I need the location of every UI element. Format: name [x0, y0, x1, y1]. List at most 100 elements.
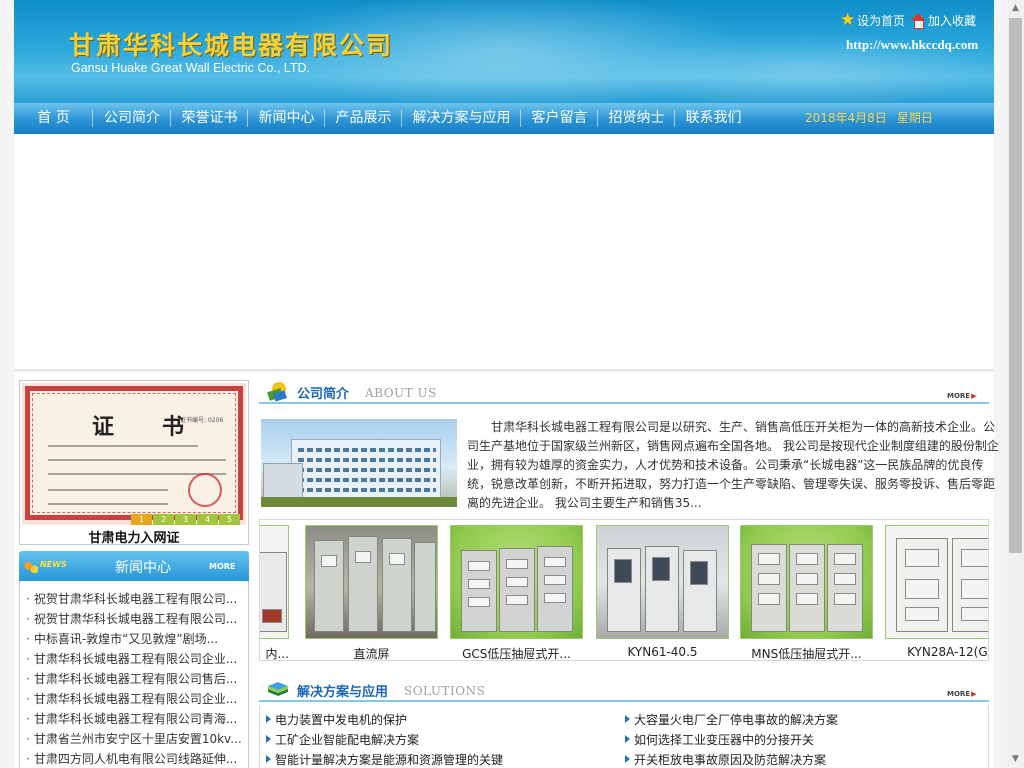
news-list-box: · 祝贺甘肃华科长城电器工程有限公司... · 祝贺甘肃华科长城电器工程有限公司..…	[19, 581, 249, 768]
nav-item-messages[interactable]: 客户留言	[521, 103, 598, 134]
solution-item[interactable]: 开关柜放电事故原因及防范解决方案	[625, 750, 838, 768]
solutions-list-right: 大容量火电厂全厂停电事故的解决方案 如何选择工业变压器中的分接开关 开关柜放电事…	[625, 710, 838, 768]
nav-item-about[interactable]: 公司简介	[93, 103, 171, 134]
solutions-more-link[interactable]: MORE▶	[947, 690, 976, 698]
company-building-photo	[261, 419, 457, 507]
slide-dot[interactable]: 2	[153, 514, 174, 525]
news-title: 新闻中心	[115, 560, 171, 576]
product-caption: 内...	[265, 647, 289, 661]
product-image	[740, 525, 873, 639]
solution-item[interactable]: 电力装置中发电机的保护	[266, 710, 503, 730]
nav-item-home[interactable]: 首 页	[14, 103, 93, 134]
solutions-box: 电力装置中发电机的保护 工矿企业智能配电解决方案 智能计量解决方案是能源和资源管…	[259, 706, 989, 768]
set-home-link[interactable]: ★ 设为首页	[840, 9, 906, 30]
product-image	[596, 525, 729, 639]
home-icon	[911, 12, 926, 29]
about-heading: 公司简介 ABOUT US MORE▶	[259, 380, 989, 404]
solution-item[interactable]: 智能计量解决方案是能源和资源管理的关键	[266, 750, 503, 768]
weekday-text: 星期日	[896, 111, 933, 125]
date-text: 2018年4月8日	[805, 111, 887, 125]
about-more-link[interactable]: MORE▶	[947, 392, 976, 400]
nav-item-products[interactable]: 产品展示	[325, 103, 402, 134]
top-links: ★ 设为首页 加入收藏	[840, 10, 982, 30]
solutions-list-left: 电力装置中发电机的保护 工矿企业智能配电解决方案 智能计量解决方案是能源和资源管…	[266, 710, 503, 768]
current-date: 2018年4月8日 星期日	[805, 103, 943, 134]
solution-item[interactable]: 工矿企业智能配电解决方案	[266, 730, 503, 750]
news-item[interactable]: · 祝贺甘肃华科长城电器工程有限公司...	[26, 609, 248, 629]
news-item[interactable]: · 中标喜讯-敦煌市“又见敦煌”剧场...	[26, 629, 248, 649]
page-right-margin	[994, 0, 1007, 768]
certificate-image: 证 书 证书编号: 0206	[22, 383, 246, 525]
product-caption: 直流屏	[353, 647, 390, 661]
news-list: · 祝贺甘肃华科长城电器工程有限公司... · 祝贺甘肃华科长城电器工程有限公司..…	[20, 581, 248, 768]
page-frame: 甘肃华科长城电器有限公司 Gansu Huake Great Wall Elec…	[14, 0, 999, 768]
certificate-word: 书	[162, 414, 185, 440]
main-nav: 首 页 公司简介 荣誉证书 新闻中心 产品展示 解决方案与应用 客户留言 招贤纳…	[14, 103, 994, 134]
news-item[interactable]: · 甘肃华科长城电器工程有限公司企业...	[26, 649, 248, 669]
megaphone-icon	[24, 561, 38, 573]
news-header: NEWS 新闻中心 MORE	[19, 551, 249, 581]
bullet-icon	[625, 755, 630, 763]
company-name-en: Gansu Huake Great Wall Electric Co., LTD…	[71, 61, 310, 75]
book-icon	[268, 682, 288, 696]
news-item[interactable]: · 甘肃华科长城电器工程有限公司售后...	[26, 669, 248, 689]
globe-icon	[267, 382, 287, 402]
slide-pager: 1 2 3 4 5	[130, 514, 240, 525]
nav-item-solutions[interactable]: 解决方案与应用	[402, 103, 521, 134]
bullet-icon	[266, 755, 271, 763]
arrow-right-icon: ▶	[971, 392, 977, 400]
add-favorite-link[interactable]: 加入收藏	[911, 12, 976, 29]
news-item[interactable]: · 甘肃华科长城电器工程有限公司企业...	[26, 689, 248, 709]
about-title: 公司简介	[297, 387, 350, 402]
certificate-number: 证书编号: 0206	[180, 417, 224, 424]
slide-dot[interactable]: 3	[175, 514, 196, 525]
news-badge: NEWS	[24, 557, 80, 576]
news-more-link[interactable]: MORE	[209, 562, 235, 571]
about-title-en: ABOUT US	[365, 386, 437, 400]
product-image	[305, 525, 438, 639]
scroll-down-icon[interactable]: ▼	[1007, 751, 1024, 768]
product-image	[885, 525, 988, 639]
slide-dot[interactable]: 4	[197, 514, 218, 525]
banner-area	[14, 134, 994, 369]
scrollbar-thumb[interactable]	[1009, 18, 1022, 553]
solutions-title: 解决方案与应用	[297, 685, 389, 700]
certificate-slideshow[interactable]: 证 书 证书编号: 0206 1 2 3 4 5 甘肃电力入网证	[19, 380, 249, 546]
news-item[interactable]: · 甘肃省兰州市安宁区十里店安置10kv...	[26, 729, 248, 749]
nav-item-careers[interactable]: 招贤纳士	[598, 103, 675, 134]
news-item[interactable]: · 祝贺甘肃华科长城电器工程有限公司...	[26, 589, 248, 609]
news-item[interactable]: · 甘肃华科长城电器工程有限公司青海...	[26, 709, 248, 729]
nav-item-news[interactable]: 新闻中心	[248, 103, 325, 134]
arrow-right-icon: ▶	[971, 690, 977, 698]
slide-dot[interactable]: 1	[131, 514, 152, 525]
site-url: http://www.hkccdq.com	[846, 37, 979, 52]
solutions-title-en: SOLUTIONS	[404, 684, 486, 698]
nav-item-contact[interactable]: 联系我们	[675, 103, 752, 134]
solutions-heading: 解决方案与应用 SOLUTIONS MORE▶	[259, 678, 989, 702]
solution-item[interactable]: 大容量火电厂全厂停电事故的解决方案	[625, 710, 838, 730]
bullet-icon	[266, 735, 271, 743]
add-favorite-label: 加入收藏	[928, 13, 977, 28]
product-carousel: 内... 直流屏 GCS低压抽屉式开... KYN61-40.5 MNS低压抽屉…	[259, 519, 989, 661]
scroll-up-icon[interactable]: ▲	[1007, 0, 1024, 17]
product-caption: MNS低压抽屉式开...	[751, 647, 862, 661]
certificate-caption[interactable]: 甘肃电力入网证	[20, 527, 248, 546]
product-caption: KYN28A-12(GZ	[907, 645, 989, 659]
site-header: 甘肃华科长城电器有限公司 Gansu Huake Great Wall Elec…	[14, 0, 994, 103]
stamp-icon	[188, 473, 222, 507]
set-home-label: 设为首页	[857, 13, 906, 28]
product-caption: GCS低压抽屉式开...	[462, 647, 571, 661]
vertical-scrollbar[interactable]: ▲ ▼	[1007, 0, 1024, 768]
bullet-icon	[625, 715, 630, 723]
product-image	[450, 525, 583, 639]
nav-item-honors[interactable]: 荣誉证书	[171, 103, 248, 134]
solution-item[interactable]: 如何选择工业变压器中的分接开关	[625, 730, 838, 750]
bullet-icon	[266, 715, 271, 723]
news-item[interactable]: · 甘肃四方同人机电有限公司线路延伸...	[26, 749, 248, 768]
certificate-word: 证	[92, 414, 115, 440]
star-icon: ★	[840, 9, 856, 30]
company-name-cn: 甘肃华科长城电器有限公司	[69, 31, 394, 60]
slide-dot[interactable]: 5	[219, 514, 240, 525]
product-caption: KYN61-40.5	[627, 645, 698, 659]
page-left-margin	[0, 0, 14, 768]
